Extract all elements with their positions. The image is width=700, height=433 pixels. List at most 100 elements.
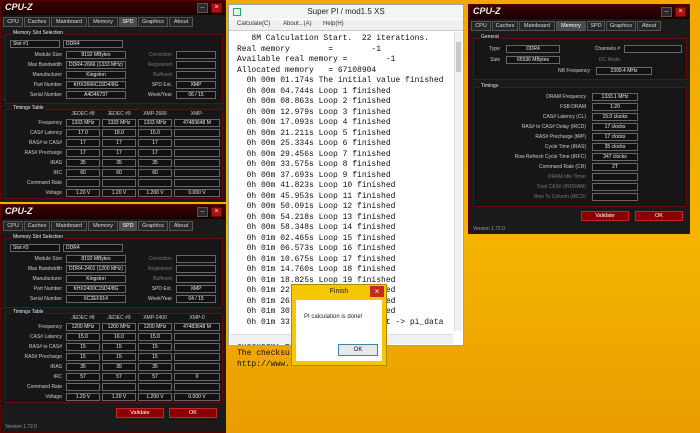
tab-graphics[interactable]: Graphics: [606, 21, 636, 31]
finish-dialog: Finish × PI calculation is done! OK: [291, 284, 387, 366]
tab-about[interactable]: About: [637, 21, 661, 31]
row-rvalue: 06 / 15: [176, 91, 216, 99]
group-title: Memory Slot Selection: [12, 30, 65, 36]
row-rvalue: [176, 51, 216, 59]
tab-caches[interactable]: Caches: [24, 17, 50, 27]
timing-value: 1:20: [592, 103, 638, 111]
column-header: XMP-: [190, 111, 204, 117]
timing-cell: [174, 169, 220, 177]
tab-mainboard[interactable]: Mainboard: [51, 221, 87, 231]
validate-button[interactable]: Validate: [581, 211, 629, 221]
tab-memory[interactable]: Memory: [556, 21, 586, 31]
row-label: Serial Number: [30, 296, 62, 302]
minimize-button[interactable]: –: [197, 3, 208, 13]
timing-cell: 15: [102, 343, 136, 351]
row-value: 8192 MBytes: [66, 51, 126, 59]
title-bar[interactable]: CPU-Z – ×: [469, 5, 689, 19]
timing-cell: 17: [102, 149, 136, 157]
cpuz-logo: CPU-Z: [5, 206, 33, 216]
dialog-body: PI calculation is done! OK: [296, 300, 382, 361]
menu-help[interactable]: Help(H): [323, 21, 344, 27]
dc-mode-label: DC Mode: [598, 57, 620, 63]
tab-bar: CPU Caches Mainboard Memory SPD Graphics…: [471, 21, 687, 31]
minimize-button[interactable]: –: [197, 207, 208, 217]
timing-label: Row Refresh Cycle Time (tRFC): [514, 154, 586, 160]
tab-graphics[interactable]: Graphics: [138, 17, 168, 27]
tab-bar: CPU Caches Mainboard Memory SPD Graphics…: [3, 221, 223, 231]
tab-bar: CPU Caches Mainboard Memory SPD Graphics…: [3, 17, 223, 27]
cpuz-logo: CPU-Z: [5, 2, 33, 12]
ok-button[interactable]: OK: [635, 211, 683, 221]
title-bar[interactable]: Super PI / mod1.5 XS: [229, 5, 463, 19]
app-icon: [233, 8, 241, 16]
group-title: General: [480, 34, 500, 40]
slot-select[interactable]: Slot #1: [10, 40, 60, 48]
log-line: 0h 00m 54.218s Loop 13 finished: [237, 212, 396, 222]
tab-about[interactable]: About: [169, 221, 193, 231]
scroll-thumb[interactable]: [456, 42, 461, 72]
tab-spd[interactable]: SPD: [119, 17, 137, 27]
ok-button[interactable]: OK: [169, 408, 217, 418]
timing-cell: [138, 179, 172, 187]
row-value: A4D46737: [66, 91, 126, 99]
tab-spd[interactable]: SPD: [587, 21, 605, 31]
column-header: XMP-2666: [143, 111, 167, 117]
channels-label: Channels #: [594, 46, 620, 52]
group-title: Timings Table: [12, 309, 45, 315]
tab-memory[interactable]: Memory: [88, 221, 118, 231]
vertical-scrollbar[interactable]: [454, 32, 462, 331]
menu-about[interactable]: About...(A): [283, 21, 312, 27]
tab-cpu[interactable]: CPU: [471, 21, 491, 31]
close-button[interactable]: ×: [675, 7, 686, 17]
tab-cpu[interactable]: CPU: [3, 221, 23, 231]
tab-graphics[interactable]: Graphics: [138, 221, 168, 231]
timing-label: tRC: [53, 170, 62, 176]
title-bar[interactable]: CPU-Z – ×: [1, 1, 225, 15]
timing-cell: 35: [66, 363, 100, 371]
tab-mainboard[interactable]: Mainboard: [51, 17, 87, 27]
timing-cell: 1333 MHz: [66, 119, 100, 127]
timing-cell: 60: [66, 169, 100, 177]
timing-cell: 60: [138, 169, 172, 177]
close-button[interactable]: ×: [370, 286, 384, 297]
timing-cell: [174, 383, 220, 391]
validate-button[interactable]: Validate: [116, 408, 164, 418]
cpuz-window-top-left: CPU-Z – × CPU Caches Mainboard Memory SP…: [0, 0, 226, 202]
timing-label: Command Rate: [26, 384, 62, 390]
row-rlabel: Registered: [147, 266, 172, 272]
timing-cell: 1.200 V: [138, 393, 172, 401]
tab-about[interactable]: About: [169, 17, 193, 27]
close-button[interactable]: ×: [211, 207, 222, 217]
row-rvalue: 04 / 15: [176, 295, 216, 303]
timing-label: tRAS: [50, 364, 62, 370]
row-rvalue: [176, 61, 216, 69]
timing-cell: [102, 179, 136, 187]
timing-label: Command Rate (CR): [539, 164, 586, 170]
log-line: 0h 00m 21.211s Loop 5 finished: [237, 128, 391, 138]
menu-calculate[interactable]: Calculate(C): [237, 21, 270, 27]
timing-cell: 18.0: [102, 129, 136, 137]
tab-memory[interactable]: Memory: [88, 17, 118, 27]
timings-table-group: Timings Table JEDEC #8 JEDEC #9 XMP-2666…: [5, 105, 223, 199]
size-value: 65536 MBytes: [506, 56, 560, 64]
row-rvalue: XMP: [176, 81, 216, 89]
tab-caches[interactable]: Caches: [24, 221, 50, 231]
tab-caches[interactable]: Caches: [492, 21, 518, 31]
tab-spd[interactable]: SPD: [119, 221, 137, 231]
ok-button[interactable]: OK: [338, 344, 378, 356]
tab-cpu[interactable]: CPU: [3, 17, 23, 27]
tab-mainboard[interactable]: Mainboard: [519, 21, 555, 31]
slot-select[interactable]: Slot #3: [10, 244, 60, 252]
log-line: 0h 01m 14.760s Loop 18 finished: [237, 265, 396, 274]
row-rlabel: Correction: [148, 256, 172, 262]
type-value: DDR4: [506, 45, 560, 53]
timing-cell: 17: [66, 139, 100, 147]
title-bar[interactable]: CPU-Z – ×: [1, 205, 225, 219]
timing-cell: 35: [102, 363, 136, 371]
close-button[interactable]: ×: [211, 3, 222, 13]
group-title: Timings Table: [12, 105, 45, 111]
minimize-button[interactable]: –: [661, 7, 672, 17]
row-rlabel: Week/Year: [147, 92, 172, 98]
row-value: 8192 MBytes: [66, 255, 126, 263]
timing-cell: 0: [174, 373, 220, 381]
